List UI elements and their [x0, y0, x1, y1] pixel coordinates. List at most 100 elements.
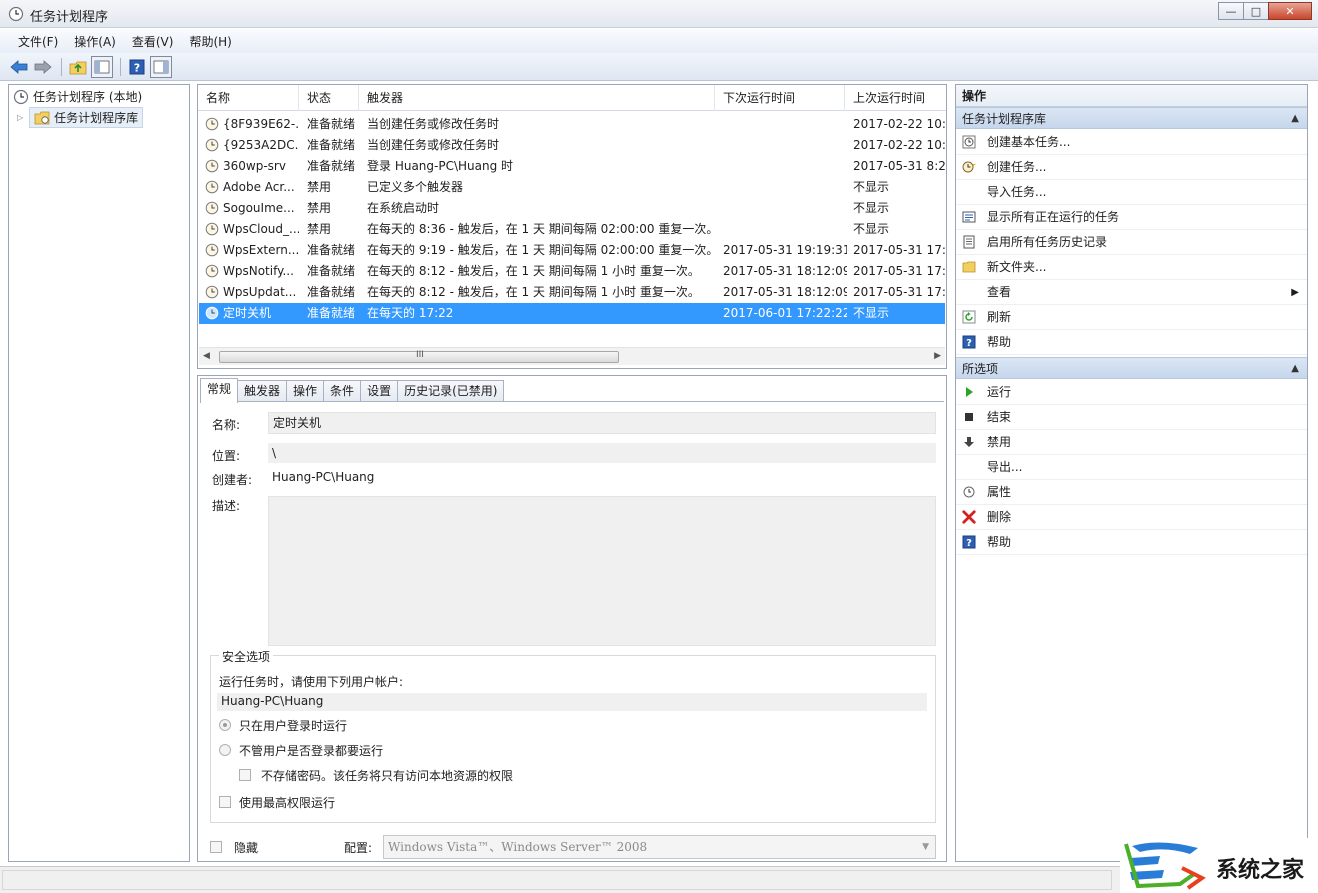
- task-row[interactable]: WpsNotify... 准备就绪 在每天的 8:12 - 触发后，在 1 天 期间…: [199, 261, 946, 282]
- action-item-label: 属性: [987, 485, 1012, 499]
- show-actions-button[interactable]: [150, 55, 172, 78]
- watermark-text: 系统之家: [1216, 858, 1305, 883]
- task-list: 名称 状态 触发器 下次运行时间 上次运行时间 {8F939E62-... 准备就…: [197, 84, 947, 369]
- toolbar-separator: [61, 57, 62, 76]
- help-button[interactable]: ?: [126, 56, 148, 78]
- task-row[interactable]: 360wp-srv 准备就绪 登录 Huang-PC\Huang 时 2017-05-…: [199, 156, 946, 177]
- folder-up-icon: [69, 61, 87, 74]
- tab-actions[interactable]: 操作: [286, 380, 325, 402]
- action-item[interactable]: 创建任务...: [956, 155, 1307, 180]
- action-item-label: 创建基本任务...: [987, 135, 1071, 149]
- minimize-button[interactable]: —: [1218, 2, 1244, 20]
- menu-help[interactable]: 帮助(H): [181, 33, 239, 50]
- task-row[interactable]: 定时关机 准备就绪 在每天的 17:22 2017-06-01 17:22:22 不显示: [199, 303, 945, 324]
- run-as-label: 运行任务时，请使用下列用户帐户:: [219, 675, 404, 689]
- scroll-thumb[interactable]: III: [219, 350, 619, 363]
- forward-button[interactable]: [32, 56, 54, 78]
- checkbox-no-password[interactable]: [239, 769, 251, 781]
- action-item[interactable]: 新文件夹...: [956, 255, 1307, 280]
- console-tree: 任务计划程序 (本地) ▷ 任务计划程序库: [8, 84, 190, 862]
- scroll-right-icon[interactable]: ▶: [934, 351, 941, 361]
- col-name[interactable]: 名称: [198, 85, 299, 111]
- scroll-left-icon[interactable]: ◀: [203, 351, 210, 361]
- window-controls: — □ ✕: [1218, 2, 1312, 20]
- task-cell-status: 禁用: [307, 222, 332, 236]
- menu-bar: 文件(F) 操作(A) 查看(V) 帮助(H): [0, 29, 1318, 53]
- up-folder-button[interactable]: [67, 56, 89, 78]
- horizontal-scrollbar[interactable]: ◀ III ▶: [199, 347, 945, 365]
- show-tree-button[interactable]: [91, 55, 113, 78]
- action-item[interactable]: 创建基本任务...: [956, 130, 1307, 155]
- action-item[interactable]: ? 帮助: [956, 330, 1307, 355]
- task-cell-trigger: 已定义多个触发器: [367, 180, 464, 194]
- tab-triggers[interactable]: 触发器: [237, 380, 288, 402]
- actions-section-selected[interactable]: 所选项 ▲: [956, 357, 1307, 379]
- action-item[interactable]: 启用所有任务历史记录: [956, 230, 1307, 255]
- tab-history[interactable]: 历史记录(已禁用): [397, 380, 505, 402]
- menu-action[interactable]: 操作(A): [66, 33, 124, 50]
- checkbox-hidden[interactable]: [210, 841, 222, 853]
- task-cell-status: 禁用: [307, 180, 332, 194]
- action-item[interactable]: 查看 ▶: [956, 280, 1307, 305]
- task-cell-trigger: 当创建任务或修改任务时: [367, 117, 500, 131]
- action-item[interactable]: 运行: [956, 380, 1307, 405]
- tree-root-label: 任务计划程序 (本地): [33, 90, 143, 104]
- menu-file[interactable]: 文件(F): [10, 33, 66, 50]
- task-row[interactable]: WpsExtern... 准备就绪 在每天的 9:19 - 触发后，在 1 天 期间…: [199, 240, 946, 261]
- col-next-run[interactable]: 下次运行时间: [715, 85, 845, 111]
- col-trigger[interactable]: 触发器: [359, 85, 715, 111]
- close-button[interactable]: ✕: [1268, 2, 1312, 20]
- tab-conditions[interactable]: 条件: [323, 380, 362, 402]
- task-row[interactable]: WpsCloud_... 禁用 在每天的 8:36 - 触发后，在 1 天 期间每隔…: [199, 219, 945, 240]
- task-row[interactable]: WpsUpdat... 准备就绪 在每天的 8:12 - 触发后，在 1 天 期间每…: [199, 282, 947, 303]
- checkbox-highest-privileges[interactable]: [219, 796, 231, 808]
- task-row[interactable]: SogouIme... 禁用 在系统启动时 不显示: [199, 198, 945, 219]
- action-item[interactable]: 导入任务...: [956, 180, 1307, 205]
- collapse-icon[interactable]: ▲: [1291, 358, 1299, 380]
- tree-root[interactable]: 任务计划程序 (本地): [13, 88, 142, 105]
- action-item[interactable]: ? 帮助: [956, 530, 1307, 555]
- task-row[interactable]: {9253A2DC... 准备就绪 当创建任务或修改任务时 2017-02-22 10…: [199, 135, 946, 156]
- expand-arrow-icon[interactable]: ▷: [17, 113, 23, 122]
- radio-run-any[interactable]: [219, 744, 231, 756]
- menu-view[interactable]: 查看(V): [124, 33, 182, 50]
- col-last-run[interactable]: 上次运行时间: [845, 85, 946, 111]
- task-cell-trigger: 在每天的 8:12 - 触发后，在 1 天 期间每隔 1 小时 重复一次。: [367, 285, 700, 299]
- action-item[interactable]: 结束: [956, 405, 1307, 430]
- action-item[interactable]: 导出...: [956, 455, 1307, 480]
- general-tab-body: 名称: 定时关机 位置: \ 创建者: Huang-PC\Huang 描述: 安…: [200, 401, 944, 859]
- actions-section-library[interactable]: 任务计划程序库 ▲: [956, 107, 1307, 129]
- config-select[interactable]: Windows Vista™、Windows Server™ 2008 ▼: [383, 835, 936, 859]
- action-item[interactable]: 删除: [956, 505, 1307, 530]
- security-options-group: 安全选项 运行任务时，请使用下列用户帐户: Huang-PC\Huang 只在用…: [210, 648, 936, 823]
- tab-general[interactable]: 常规: [200, 378, 239, 403]
- task-cell-name: SogouIme...: [223, 201, 295, 215]
- action-item[interactable]: 属性: [956, 480, 1307, 505]
- collapse-icon[interactable]: ▲: [1291, 108, 1299, 130]
- task-cell-trigger: 在每天的 17:22: [367, 306, 454, 320]
- svg-text:?: ?: [966, 538, 972, 549]
- action-item[interactable]: 刷新: [956, 305, 1307, 330]
- task-cell-last: 2017-05-31 17:1: [853, 285, 947, 299]
- action-item-label: 帮助: [987, 535, 1012, 549]
- tree-item-library[interactable]: ▷ 任务计划程序库: [17, 107, 144, 128]
- task-cell-last: 2017-02-22 10:4: [853, 117, 947, 131]
- task-row[interactable]: {8F939E62-... 准备就绪 当创建任务或修改任务时 2017-02-22 1…: [199, 114, 947, 135]
- properties-icon: [962, 485, 976, 499]
- maximize-button[interactable]: □: [1243, 2, 1269, 20]
- back-arrow-icon: [10, 59, 28, 74]
- forward-arrow-icon: [34, 59, 52, 74]
- history-icon: [962, 235, 976, 249]
- back-button[interactable]: [8, 56, 30, 78]
- tab-settings[interactable]: 设置: [360, 380, 399, 402]
- description-field[interactable]: [268, 496, 936, 646]
- col-status[interactable]: 状态: [299, 85, 359, 111]
- radio-run-logged-on[interactable]: [219, 719, 231, 731]
- action-item[interactable]: 禁用: [956, 430, 1307, 455]
- checkbox-highest-privileges-label: 使用最高权限运行: [239, 796, 336, 810]
- action-item[interactable]: 显示所有正在运行的任务: [956, 205, 1307, 230]
- help-icon: ?: [129, 59, 145, 74]
- task-list-header: 名称 状态 触发器 下次运行时间 上次运行时间: [198, 85, 946, 111]
- task-row[interactable]: Adobe Acr... 禁用 已定义多个触发器 不显示: [199, 177, 945, 198]
- name-field[interactable]: 定时关机: [268, 412, 936, 434]
